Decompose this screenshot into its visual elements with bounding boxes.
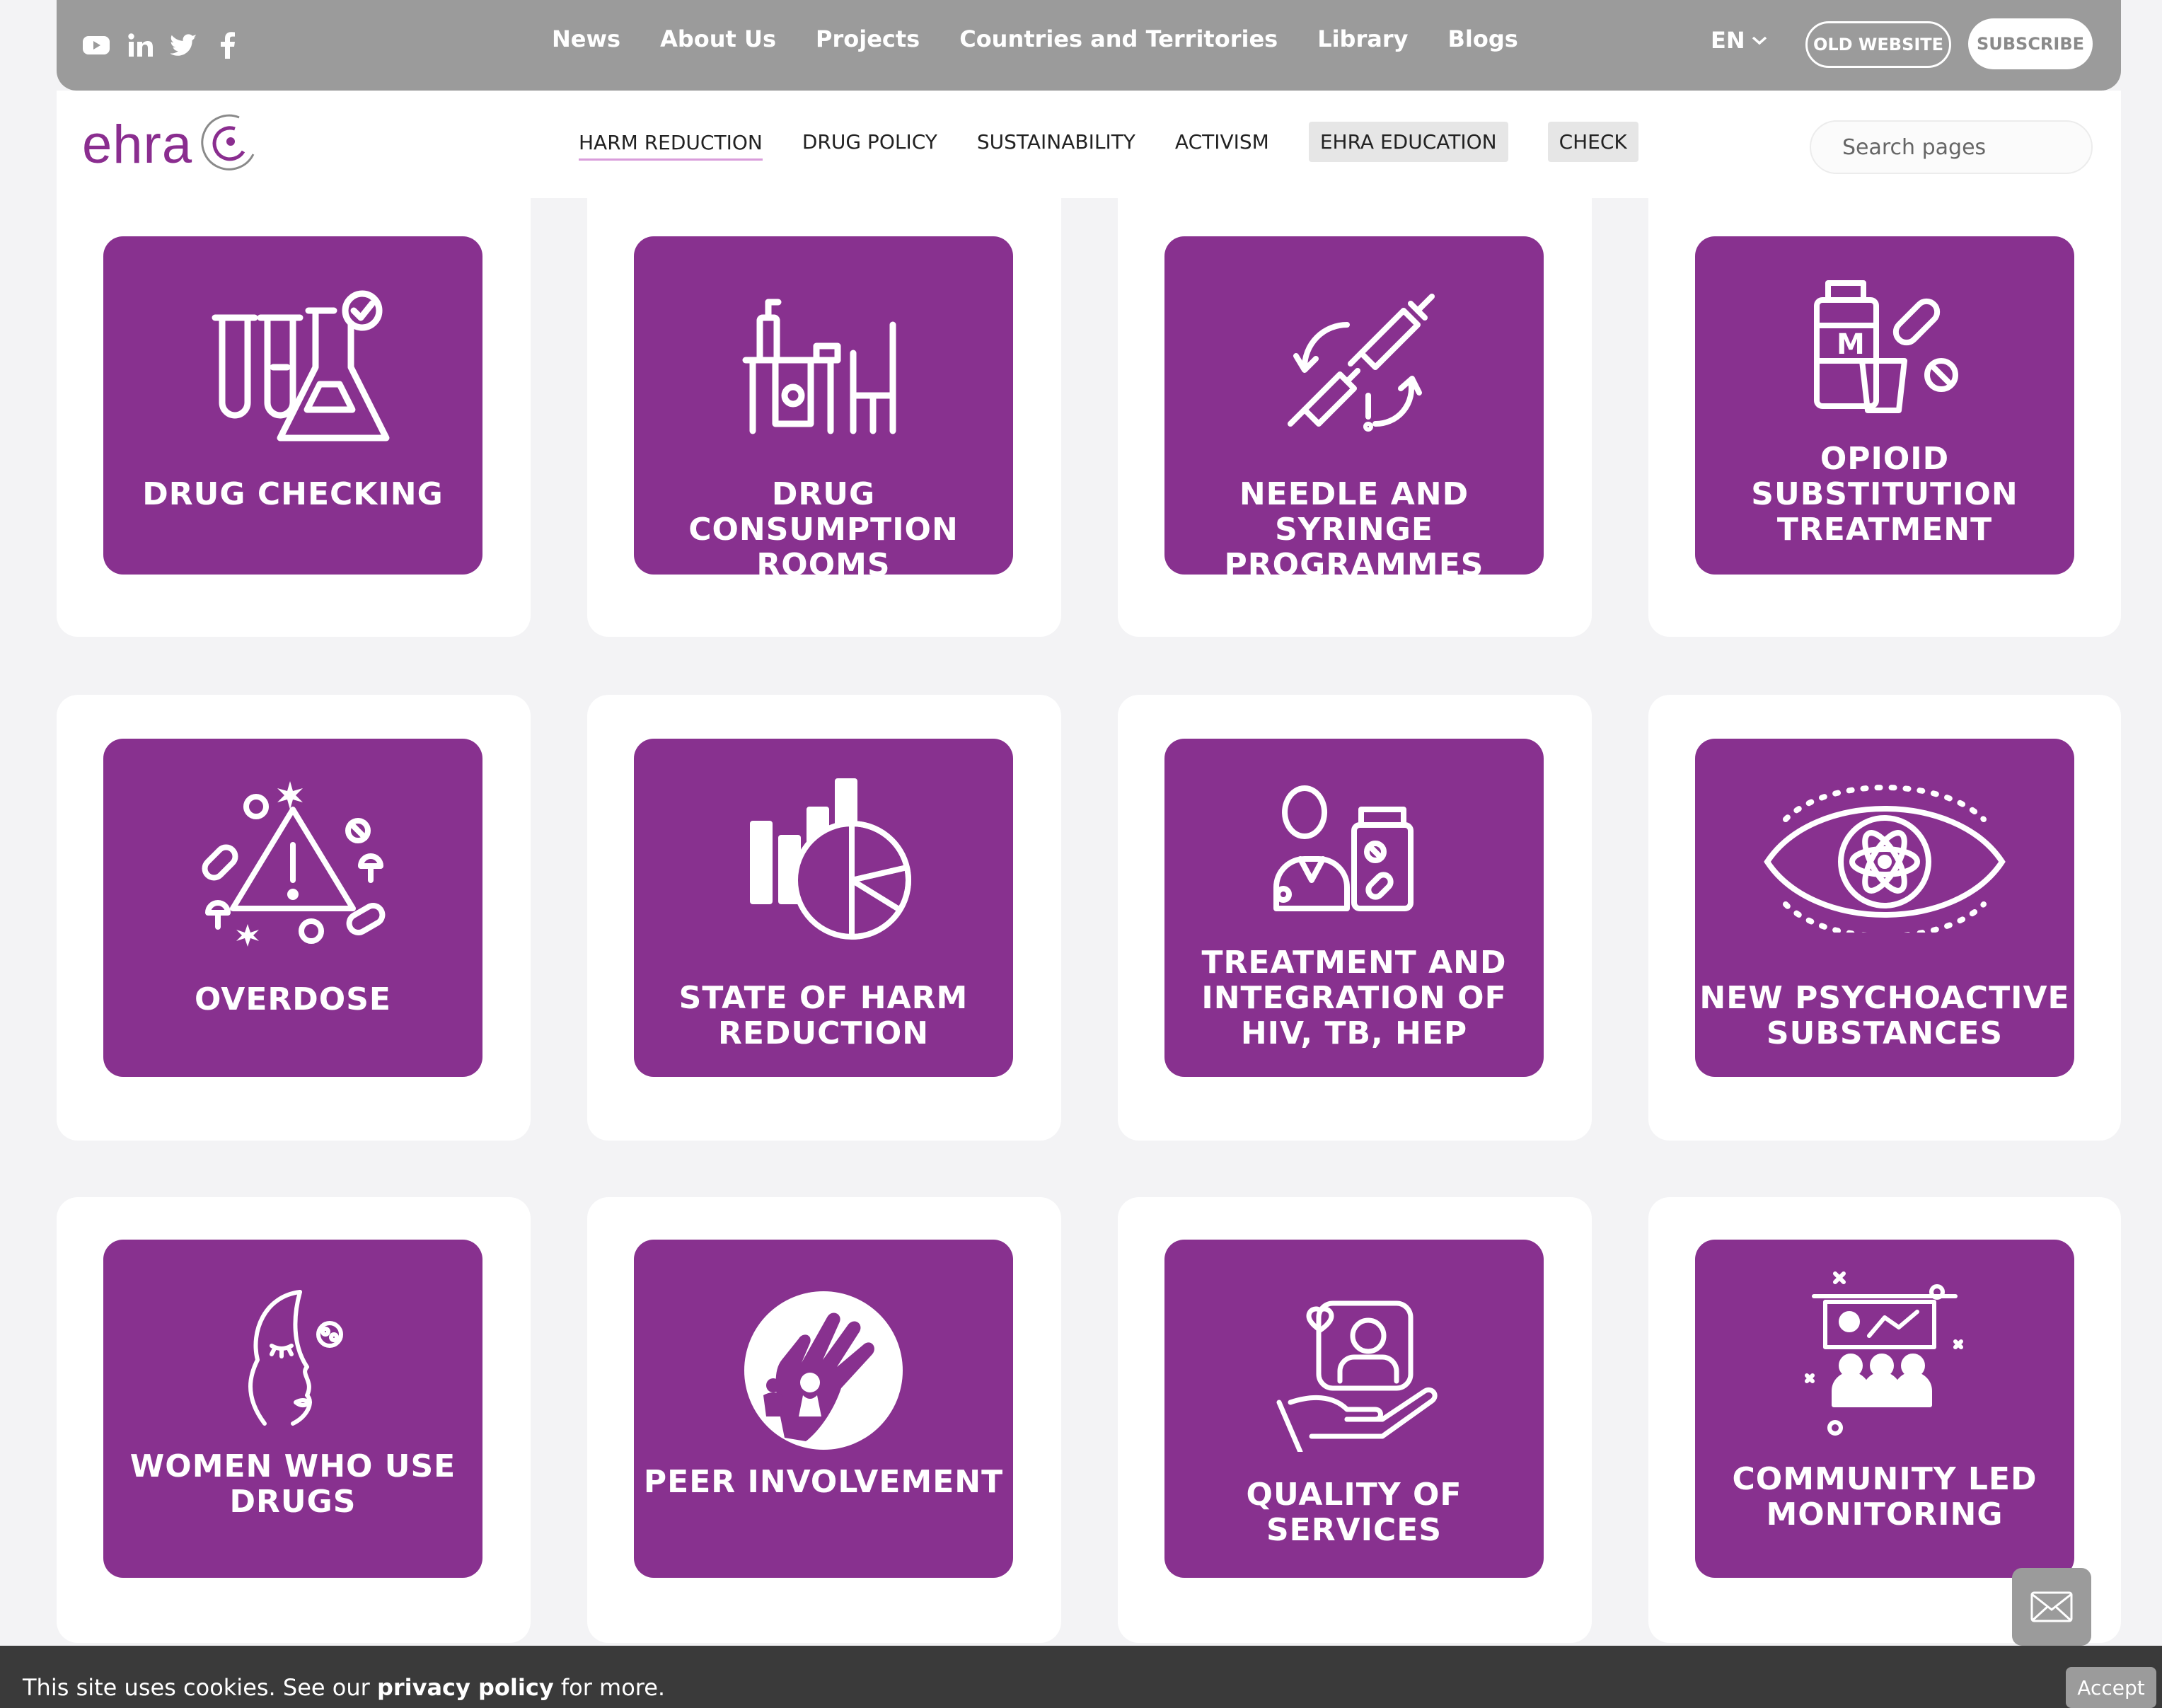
syringe-exchange-icon (1248, 279, 1460, 449)
tile-drug-consumption-rooms[interactable]: DRUG CONSUMPTION ROOMS (634, 236, 1013, 583)
tile-new-psychoactive[interactable]: NEW PSYCHOACTIVE SUBSTANCES (1695, 739, 2074, 1077)
card-overdose: OVERDOSE (57, 695, 531, 1141)
twitter-icon[interactable] (170, 28, 198, 62)
language-selector[interactable]: EN (1711, 27, 1768, 54)
card-drug-consumption-rooms: DRUG CONSUMPTION ROOMS (587, 198, 1061, 637)
tile-overdose[interactable]: OVERDOSE (103, 739, 482, 1077)
logo-text: ehra (82, 114, 193, 175)
tile-label: DRUG CONSUMPTION ROOMS (688, 476, 959, 583)
tile-label: STATE OF HARM REDUCTION (678, 980, 969, 1051)
tile-label: DRUG CHECKING (142, 476, 444, 512)
warning-substances-icon (187, 774, 399, 951)
eye-atom-icon (1757, 784, 2012, 933)
card-drug-checking: DRUG CHECKING (57, 198, 531, 637)
cookie-text-before: This site uses cookies. See our (23, 1674, 377, 1701)
mail-icon (2030, 1591, 2073, 1622)
nav-projects[interactable]: Projects (816, 25, 920, 52)
tile-needle-syringe[interactable]: NEEDLE AND SYRINGE PROGRAMMES (1164, 236, 1544, 583)
card-new-psychoactive: NEW PSYCHOACTIVE SUBSTANCES (1648, 695, 2121, 1141)
card-treatment-integration: TREATMENT AND INTEGRATION OF HIV, TB, HE… (1118, 695, 1592, 1141)
privacy-policy-link[interactable]: privacy policy (377, 1674, 554, 1701)
youtube-icon[interactable] (82, 28, 110, 62)
card-state-of-harm-reduction: STATE OF HARM REDUCTION (587, 695, 1061, 1141)
tile-quality-of-services[interactable]: QUALITY OF SERVICES (1164, 1240, 1544, 1578)
nav-ehra-education[interactable]: EHRA EDUCATION (1308, 122, 1508, 162)
card-peer-involvement: PEER INVOLVEMENT (587, 1197, 1061, 1643)
tile-label: PEER INVOLVEMENT (643, 1464, 1004, 1500)
cookie-text-after: for more. (553, 1674, 666, 1701)
card-women-who-use-drugs: WOMEN WHO USE DRUGS (57, 1197, 531, 1643)
cookie-message: This site uses cookies. See our privacy … (23, 1674, 665, 1701)
nav-harm-reduction[interactable]: HARM REDUCTION (579, 124, 763, 161)
tile-drug-checking[interactable]: DRUG CHECKING (103, 236, 482, 575)
chevron-down-icon (1752, 36, 1767, 45)
tile-label: NEW PSYCHOACTIVE SUBSTANCES (1699, 980, 2070, 1051)
main-nav: HARM REDUCTION DRUG POLICY SUSTAINABILIT… (579, 122, 1638, 162)
nav-drug-policy[interactable]: DRUG POLICY (802, 123, 937, 161)
tile-label: NEEDLE AND SYRINGE PROGRAMMES (1224, 476, 1484, 583)
test-tubes-flask-icon (187, 279, 399, 449)
svg-text:M: M (1837, 328, 1865, 361)
woman-face-icon (187, 1289, 399, 1431)
tile-label: QUALITY OF SERVICES (1246, 1477, 1462, 1548)
bar-pie-chart-icon (717, 774, 930, 951)
subscribe-button[interactable]: SUBSCRIBE (1968, 18, 2093, 69)
tile-label: WOMEN WHO USE DRUGS (129, 1448, 456, 1520)
tile-label: OPIOID SUBSTITUTION TREATMENT (1751, 441, 2018, 548)
consumption-room-icon (717, 279, 930, 449)
language-label: EN (1711, 27, 1745, 54)
cookie-banner: This site uses cookies. See our privacy … (0, 1646, 2162, 1708)
old-website-button[interactable]: OLD WEBSITE (1805, 21, 1951, 68)
main-header: ehra HARM REDUCTION DRUG POLICY SUSTAINA… (57, 91, 2121, 198)
peer-hand-icon (717, 1289, 930, 1452)
nav-blogs[interactable]: Blogs (1447, 25, 1518, 52)
tile-women-who-use-drugs[interactable]: WOMEN WHO USE DRUGS (103, 1240, 482, 1578)
tile-community-led-monitoring[interactable]: COMMUNITY LED MONITORING (1695, 1240, 2074, 1578)
linkedin-icon[interactable] (126, 28, 154, 62)
community-presentation-icon (1779, 1271, 1991, 1441)
tile-label: OVERDOSE (195, 981, 391, 1017)
tile-label: COMMUNITY LED MONITORING (1732, 1461, 2037, 1533)
tile-peer-involvement[interactable]: PEER INVOLVEMENT (634, 1240, 1013, 1578)
top-bar: News About Us Projects Countries and Ter… (57, 0, 2121, 91)
nav-library[interactable]: Library (1317, 25, 1408, 52)
nav-sustainability[interactable]: SUSTAINABILITY (977, 123, 1135, 161)
card-needle-syringe: NEEDLE AND SYRINGE PROGRAMMES (1118, 198, 1592, 637)
accept-cookies-button[interactable]: Accept (2066, 1667, 2156, 1708)
nav-news[interactable]: News (552, 25, 620, 52)
top-nav: News About Us Projects Countries and Ter… (552, 25, 1518, 52)
tile-label: TREATMENT AND INTEGRATION OF HIV, TB, HE… (1201, 945, 1507, 1051)
doctor-medication-icon (1248, 774, 1460, 923)
nav-activism[interactable]: ACTIVISM (1175, 123, 1269, 161)
card-quality-of-services: QUALITY OF SERVICES (1118, 1197, 1592, 1643)
social-links (82, 28, 242, 62)
nav-check[interactable]: CHECK (1547, 122, 1638, 162)
methadone-pills-icon: M (1779, 276, 1991, 417)
search-box (1810, 120, 2108, 174)
tile-treatment-integration[interactable]: TREATMENT AND INTEGRATION OF HIV, TB, HE… (1164, 739, 1544, 1077)
hand-service-icon (1248, 1296, 1460, 1452)
facebook-icon[interactable] (214, 28, 242, 62)
nav-about-us[interactable]: About Us (660, 25, 776, 52)
tile-state-of-harm-reduction[interactable]: STATE OF HARM REDUCTION (634, 739, 1013, 1077)
contact-mail-button[interactable] (2012, 1568, 2091, 1646)
logo-mark-icon (201, 114, 255, 171)
tile-opioid-substitution[interactable]: M OPIOID SUBSTITUTION TREATMENT (1695, 236, 2074, 575)
nav-countries[interactable]: Countries and Territories (959, 25, 1278, 52)
ehra-logo[interactable]: ehra (82, 112, 262, 177)
card-opioid-substitution: M OPIOID SUBSTITUTION TREATMENT (1648, 198, 2121, 637)
search-input[interactable] (1841, 134, 2108, 161)
